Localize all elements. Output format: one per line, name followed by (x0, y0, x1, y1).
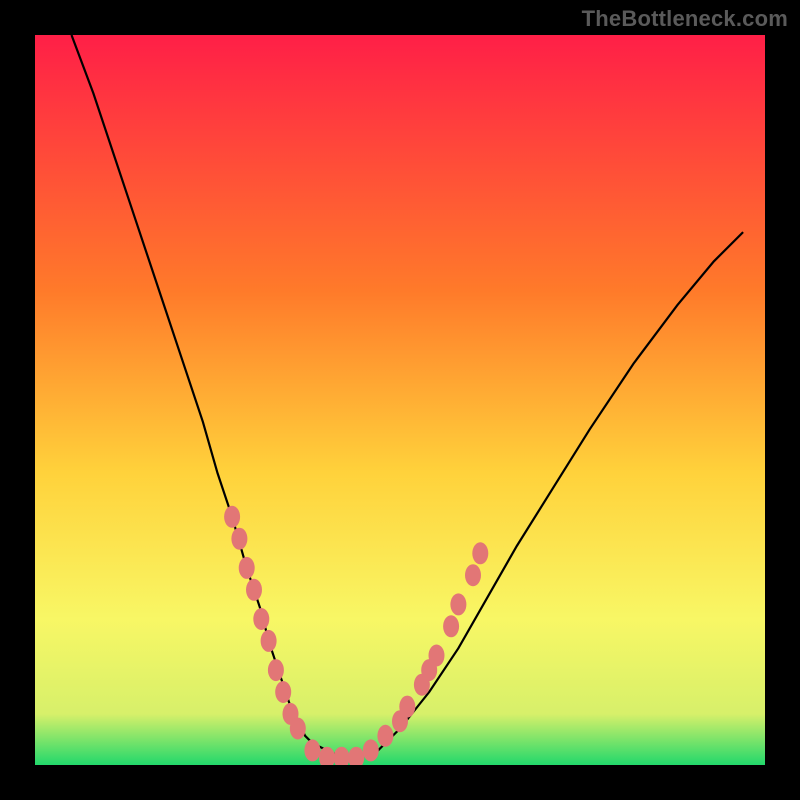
curve-marker (443, 615, 459, 637)
curve-marker (275, 681, 291, 703)
bottleneck-chart (35, 35, 765, 765)
curve-marker (399, 696, 415, 718)
curve-marker (253, 608, 269, 630)
curve-marker (465, 564, 481, 586)
curve-marker (268, 659, 284, 681)
curve-marker (290, 718, 306, 740)
curve-marker (377, 725, 393, 747)
curve-marker (231, 528, 247, 550)
curve-marker (429, 645, 445, 667)
curve-marker (363, 739, 379, 761)
chart-frame: TheBottleneck.com (0, 0, 800, 800)
curve-marker (472, 542, 488, 564)
curve-marker (450, 593, 466, 615)
watermark-text: TheBottleneck.com (582, 6, 788, 32)
curve-marker (304, 739, 320, 761)
gradient-background (35, 35, 765, 765)
plot-area (35, 35, 765, 765)
curve-marker (246, 579, 262, 601)
curve-marker (239, 557, 255, 579)
curve-marker (224, 506, 240, 528)
curve-marker (261, 630, 277, 652)
